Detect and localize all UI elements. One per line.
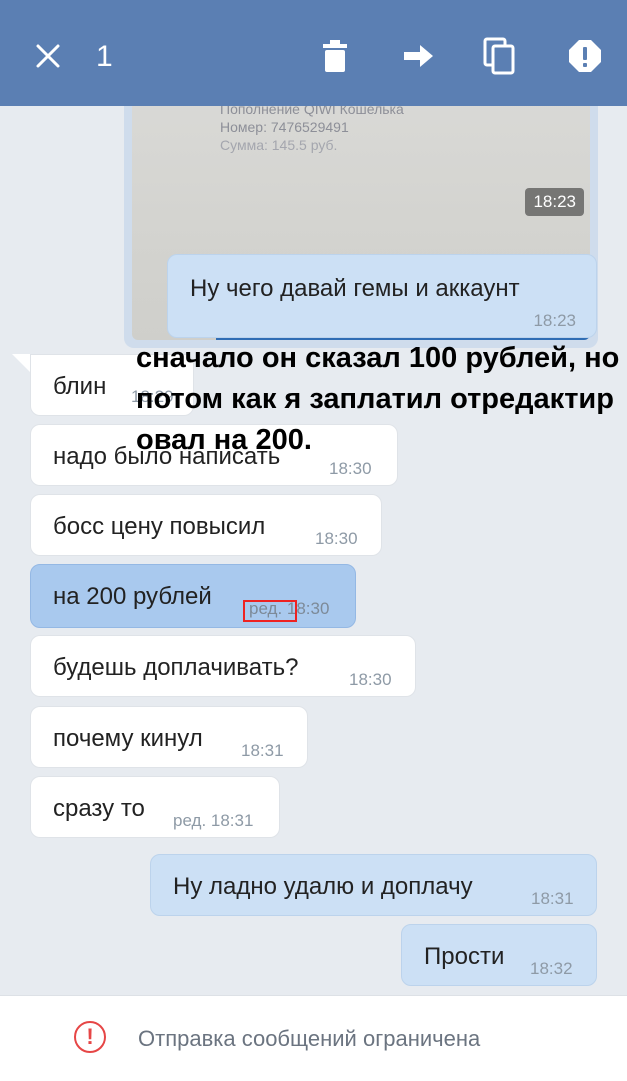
- message-bubble[interactable]: сразу то ред. 18:31: [30, 776, 280, 838]
- message-text: блин: [53, 373, 107, 400]
- restricted-notice: Отправка сообщений ограничена: [138, 1026, 481, 1051]
- message-time: 18:31: [241, 741, 284, 760]
- message-time: 18:30: [329, 459, 372, 478]
- restricted-footer: ! Отправка сообщений ограничена: [0, 995, 627, 1081]
- receipt-line: Номер: 7476529491: [220, 119, 349, 135]
- message-feed[interactable]: Пополнение QIWI Кошелька Номер: 74765294…: [0, 106, 627, 995]
- message-time: ред. 18:31: [173, 811, 254, 830]
- close-icon[interactable]: [26, 34, 70, 78]
- message-bubble[interactable]: Ну ладно удалю и доплачу 18:31: [150, 854, 597, 916]
- edited-highlight-box: [243, 600, 297, 622]
- message-bubble[interactable]: Прости 18:32: [401, 924, 597, 986]
- message-text: сразу то: [53, 795, 145, 822]
- message-time: 18:23: [533, 311, 576, 330]
- selected-count: 1: [96, 40, 113, 73]
- warning-icon: !: [74, 1021, 106, 1053]
- message-bubble[interactable]: почему кинул 18:31: [30, 706, 308, 768]
- message-bubble[interactable]: босс цену повысил 18:30: [30, 494, 382, 556]
- annotation-text: сначало он сказал 100 рублей, но потом к…: [136, 342, 620, 456]
- photo-time: 18:23: [525, 188, 584, 216]
- message-bubble-selected[interactable]: на 200 рублей ред. 18:30: [30, 564, 356, 628]
- message-text: Ну чего давай гемы и аккаунт: [190, 275, 520, 302]
- message-text: на 200 рублей: [53, 583, 212, 610]
- message-text: будешь доплачивать?: [53, 654, 299, 681]
- message-bubble[interactable]: будешь доплачивать? 18:30: [30, 635, 416, 697]
- receipt-line: Сумма: 145.5 руб.: [220, 137, 338, 153]
- report-icon[interactable]: [563, 34, 607, 78]
- action-bar: 1: [0, 0, 627, 106]
- receipt-line: Пополнение QIWI Кошелька: [220, 106, 404, 117]
- message-text: Ну ладно удалю и доплачу: [173, 873, 473, 900]
- delete-icon[interactable]: [313, 34, 357, 78]
- message-text: почему кинул: [53, 725, 203, 752]
- message-time: 18:32: [530, 959, 573, 978]
- message-bubble[interactable]: Ну чего давай гемы и аккаунт 18:23: [167, 254, 597, 338]
- message-time: 18:30: [315, 529, 358, 548]
- bubble-tail: [12, 354, 30, 372]
- message-text: босс цену повысил: [53, 513, 266, 540]
- copy-icon[interactable]: [478, 34, 522, 78]
- message-time: 18:30: [349, 670, 392, 689]
- message-text: Прости: [424, 943, 505, 970]
- message-time: 18:31: [531, 889, 574, 908]
- forward-icon[interactable]: [396, 34, 440, 78]
